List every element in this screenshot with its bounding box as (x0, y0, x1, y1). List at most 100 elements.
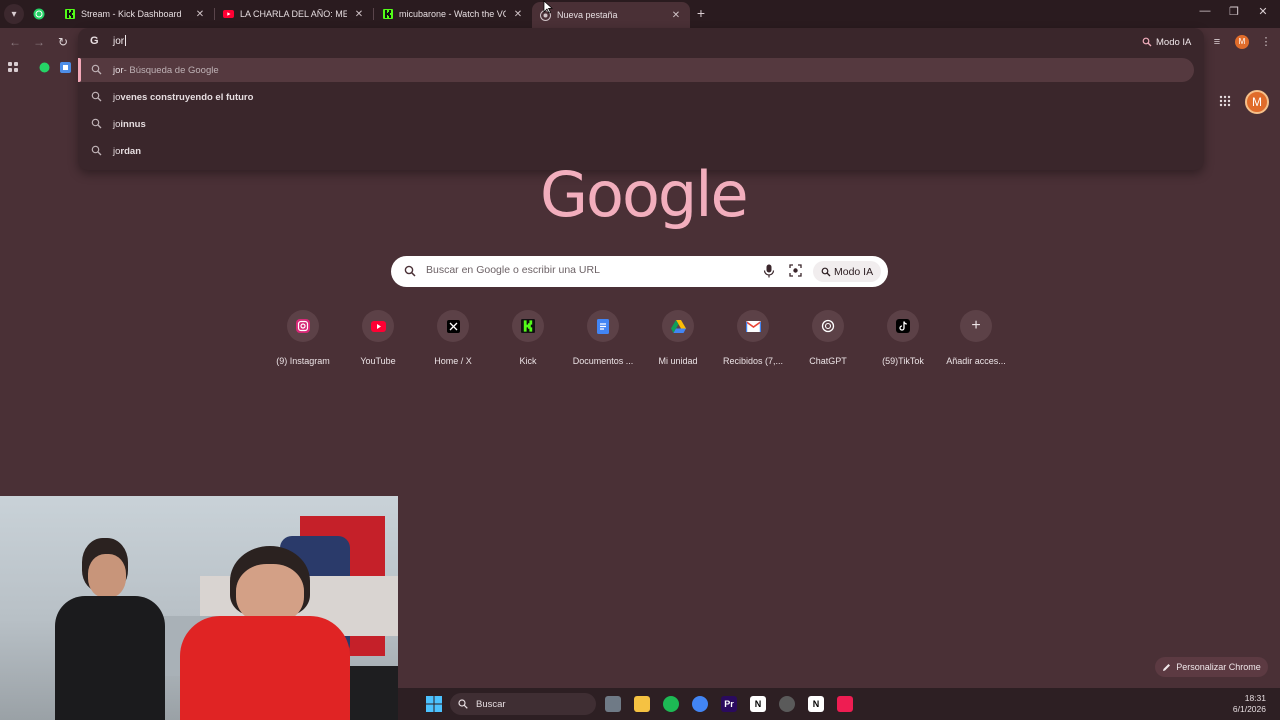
back-icon[interactable]: ← (7, 34, 23, 50)
person-left-face (88, 554, 126, 598)
webcam-overlay (0, 496, 398, 720)
omnibox[interactable]: G jor (78, 28, 1204, 56)
obs-icon[interactable] (779, 696, 795, 712)
shortcut-label: YouTube (360, 356, 396, 366)
person-right-shirt (180, 616, 350, 720)
docs-icon (597, 318, 609, 334)
task-view-icon[interactable] (605, 696, 621, 712)
mouse-cursor-icon (543, 0, 553, 14)
system-clock[interactable]: 18:31 6/1/2026 (1233, 693, 1266, 715)
menu-kebab-icon[interactable]: ⋮ (1258, 34, 1274, 50)
omnibox-input[interactable]: jor (113, 35, 127, 47)
sparkle-search-icon (821, 267, 831, 276)
shortcut-gmail[interactable]: Recibidos (7,... (716, 309, 790, 366)
suggestion-item[interactable]: jo venes construyendo el futuro (78, 85, 1194, 109)
tab-title: LA CHARLA DEL AÑO: MESSI E (240, 9, 347, 19)
personalize-chrome-button[interactable]: Personalizar Chrome (1155, 657, 1268, 677)
suggestion-item[interactable]: jor - Búsqueda de Google (78, 58, 1194, 82)
shortcut-instagram[interactable]: (9) Instagram (266, 309, 340, 366)
search-icon (91, 145, 102, 156)
drive-icon (670, 319, 686, 333)
tab-title: micubarone - Watch the VOD o (399, 9, 506, 19)
profile-avatar[interactable]: M (1235, 35, 1249, 49)
suggestion-typed: jo (113, 91, 121, 103)
premiere-icon[interactable]: Pr (721, 696, 737, 712)
shortcut-youtube[interactable]: YouTube (341, 309, 415, 366)
tab-search-button[interactable]: ▾ (4, 4, 24, 24)
omnibox-dropdown: G jor jor - Búsqueda de Google jo venes c… (78, 28, 1204, 170)
kick-icon (64, 9, 75, 20)
close-icon[interactable]: ✕ (353, 9, 365, 20)
profile-avatar-large[interactable]: M (1245, 90, 1269, 114)
modo-ia-button[interactable]: Modo IA (1136, 33, 1197, 51)
kick-icon (382, 9, 393, 20)
tab-youtube-charla[interactable]: LA CHARLA DEL AÑO: MESSI E ✕ (215, 2, 373, 26)
close-icon[interactable]: ✕ (194, 9, 206, 20)
shortcut-docs[interactable]: Documentos ... (566, 309, 640, 366)
reading-list-icon[interactable]: ≡ (1209, 34, 1225, 50)
windows-start-icon[interactable] (426, 696, 442, 712)
notion-icon[interactable]: N (750, 696, 766, 712)
close-icon[interactable]: ✕ (670, 10, 682, 21)
shortcut-tiktok[interactable]: (59)TikTok (866, 309, 940, 366)
tab-title: Nueva pestaña (557, 10, 618, 20)
gmail-icon (745, 320, 761, 332)
minimize-icon[interactable]: — (1195, 5, 1215, 17)
shortcut-label: Recibidos (7,... (722, 356, 784, 366)
bookmark-whatsapp[interactable] (37, 60, 51, 74)
forward-icon[interactable]: → (31, 34, 47, 50)
spotify-icon[interactable] (663, 696, 679, 712)
taskbar-search[interactable]: Buscar (450, 693, 596, 715)
personalize-label: Personalizar Chrome (1176, 662, 1261, 672)
shortcut-drive[interactable]: Mi unidad (641, 309, 715, 366)
suggestion-suffix: - Búsqueda de Google (123, 64, 219, 76)
clock-date: 6/1/2026 (1232, 704, 1266, 714)
tab-nueva-pestana[interactable]: Nueva pestaña ✕ (532, 2, 690, 28)
search-icon (91, 118, 102, 129)
microphone-icon[interactable] (763, 264, 775, 278)
youtube-icon (370, 320, 386, 332)
notion-calendar-icon[interactable]: N (808, 696, 824, 712)
search-icon (404, 265, 416, 277)
shortcut-label: (9) Instagram (276, 356, 330, 366)
windows-taskbar: Buscar Pr N N 18:31 6/1/2026 (398, 688, 1280, 720)
ntp-search-input[interactable]: Buscar en Google o escribir una URL (426, 264, 600, 276)
shortcut-label: Documentos ... (572, 356, 634, 366)
search-icon (91, 91, 102, 102)
shortcut-label: ChatGPT (809, 356, 847, 366)
google-lens-icon[interactable] (789, 264, 802, 277)
whatsapp-icon (33, 8, 45, 20)
restore-icon[interactable]: ❐ (1224, 5, 1244, 18)
pinned-tab-whatsapp[interactable] (30, 5, 48, 23)
instagram-icon (296, 319, 310, 333)
close-window-icon[interactable]: ✕ (1253, 5, 1273, 18)
google-logo: Google (540, 158, 749, 231)
plus-icon: + (971, 317, 981, 334)
monitor-edge (350, 666, 398, 720)
shortcut-x[interactable]: Home / X (416, 309, 490, 366)
shortcut-chatgpt[interactable]: ChatGPT (791, 309, 865, 366)
ntp-modo-ia-button[interactable]: Modo IA (813, 261, 882, 282)
tiktok-taskbar-icon[interactable] (837, 696, 853, 712)
apps-icon[interactable] (6, 60, 20, 74)
bookmark-item[interactable] (58, 60, 72, 74)
bookmark-icon (59, 61, 71, 73)
shortcut-add[interactable]: + Añadir acces... (939, 309, 1013, 366)
chrome-taskbar-icon[interactable] (692, 696, 708, 712)
reload-icon[interactable]: ↻ (55, 34, 71, 50)
tab-kick-dashboard[interactable]: Stream - Kick Dashboard ✕ (56, 2, 214, 26)
google-apps-icon[interactable] (1217, 94, 1233, 110)
kick-icon (521, 319, 535, 333)
file-explorer-icon[interactable] (634, 696, 650, 712)
shortcut-kick[interactable]: Kick (491, 309, 565, 366)
tab-micubarone-vod[interactable]: micubarone - Watch the VOD o ✕ (374, 2, 532, 26)
suggestion-completion: innus (120, 118, 146, 130)
suggestion-typed: jo (113, 145, 121, 157)
ntp-search-box[interactable]: Buscar en Google o escribir una URL Modo… (391, 256, 888, 287)
close-icon[interactable]: ✕ (512, 9, 524, 20)
search-icon (91, 64, 102, 75)
person-right-face (236, 564, 304, 624)
suggestion-item[interactable]: jo innus (78, 112, 1194, 136)
shortcut-label: Kick (519, 356, 537, 366)
new-tab-button[interactable]: + (693, 5, 709, 21)
